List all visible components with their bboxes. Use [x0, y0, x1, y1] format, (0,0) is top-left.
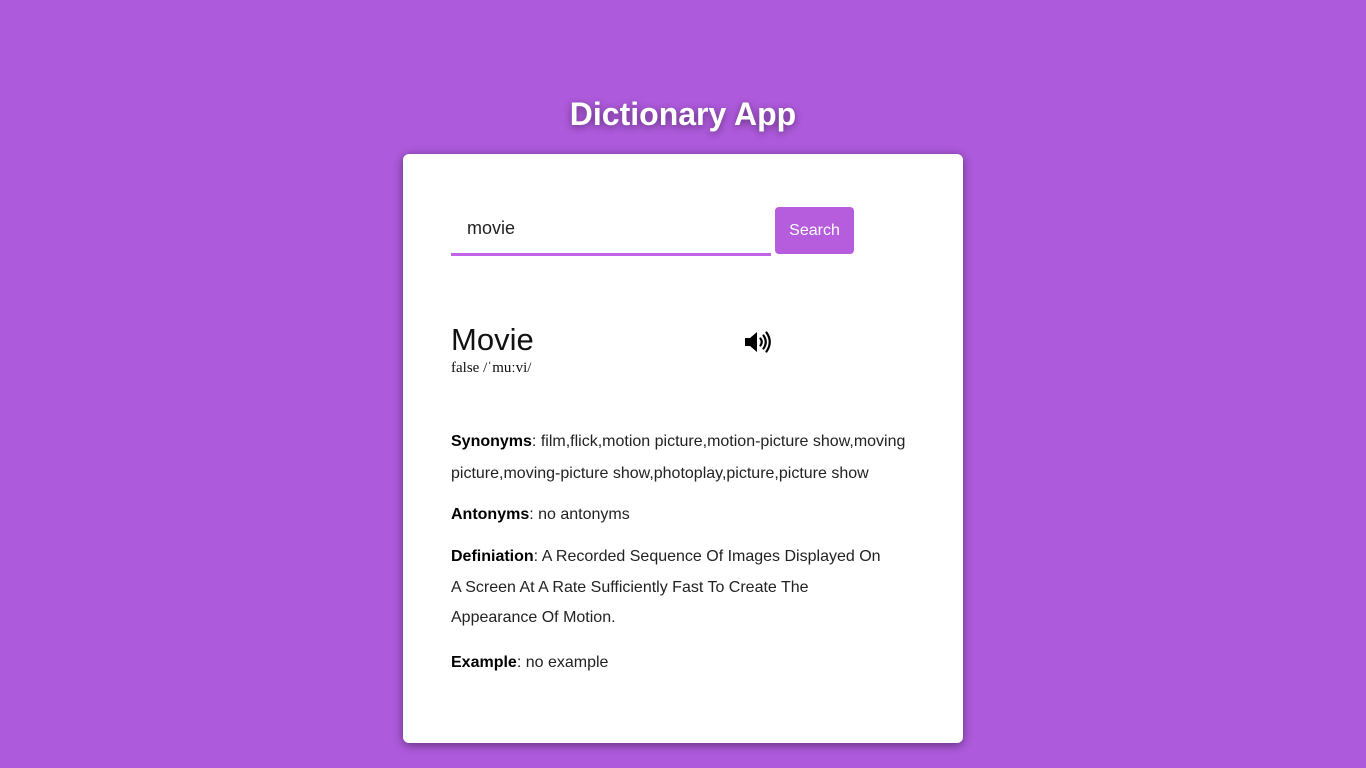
antonyms-section: Antonyms: no antonyms: [451, 500, 911, 530]
dictionary-card: Search Movie false /ˈmuːvi/ Synonyms: fi…: [403, 154, 963, 743]
speaker-icon-graphic: [745, 331, 771, 353]
definition-label: Definiation: [451, 548, 534, 565]
antonyms-separator: :: [529, 506, 539, 523]
definition-section: Definiation: A Recorded Sequence Of Imag…: [451, 542, 891, 634]
example-label: Example: [451, 654, 517, 671]
result-word: Movie: [451, 322, 534, 357]
synonyms-section: Synonyms: film,flick,motion picture,moti…: [451, 426, 911, 490]
phonetic-text: false /ˈmuːvi/: [451, 360, 532, 376]
app-title: Dictionary App: [569, 96, 797, 132]
example-separator: :: [516, 654, 526, 671]
example-value: no example: [525, 654, 609, 671]
search-input[interactable]: [451, 204, 771, 256]
definition-separator: :: [533, 548, 542, 565]
synonyms-label: Synonyms: [451, 433, 532, 450]
speaker-icon[interactable]: [743, 329, 773, 355]
antonyms-value: no antonyms: [538, 506, 630, 523]
search-button[interactable]: Search: [775, 207, 854, 254]
synonyms-separator: :: [531, 433, 541, 450]
example-section: Example: no example: [451, 648, 911, 678]
antonyms-label: Antonyms: [451, 506, 530, 523]
